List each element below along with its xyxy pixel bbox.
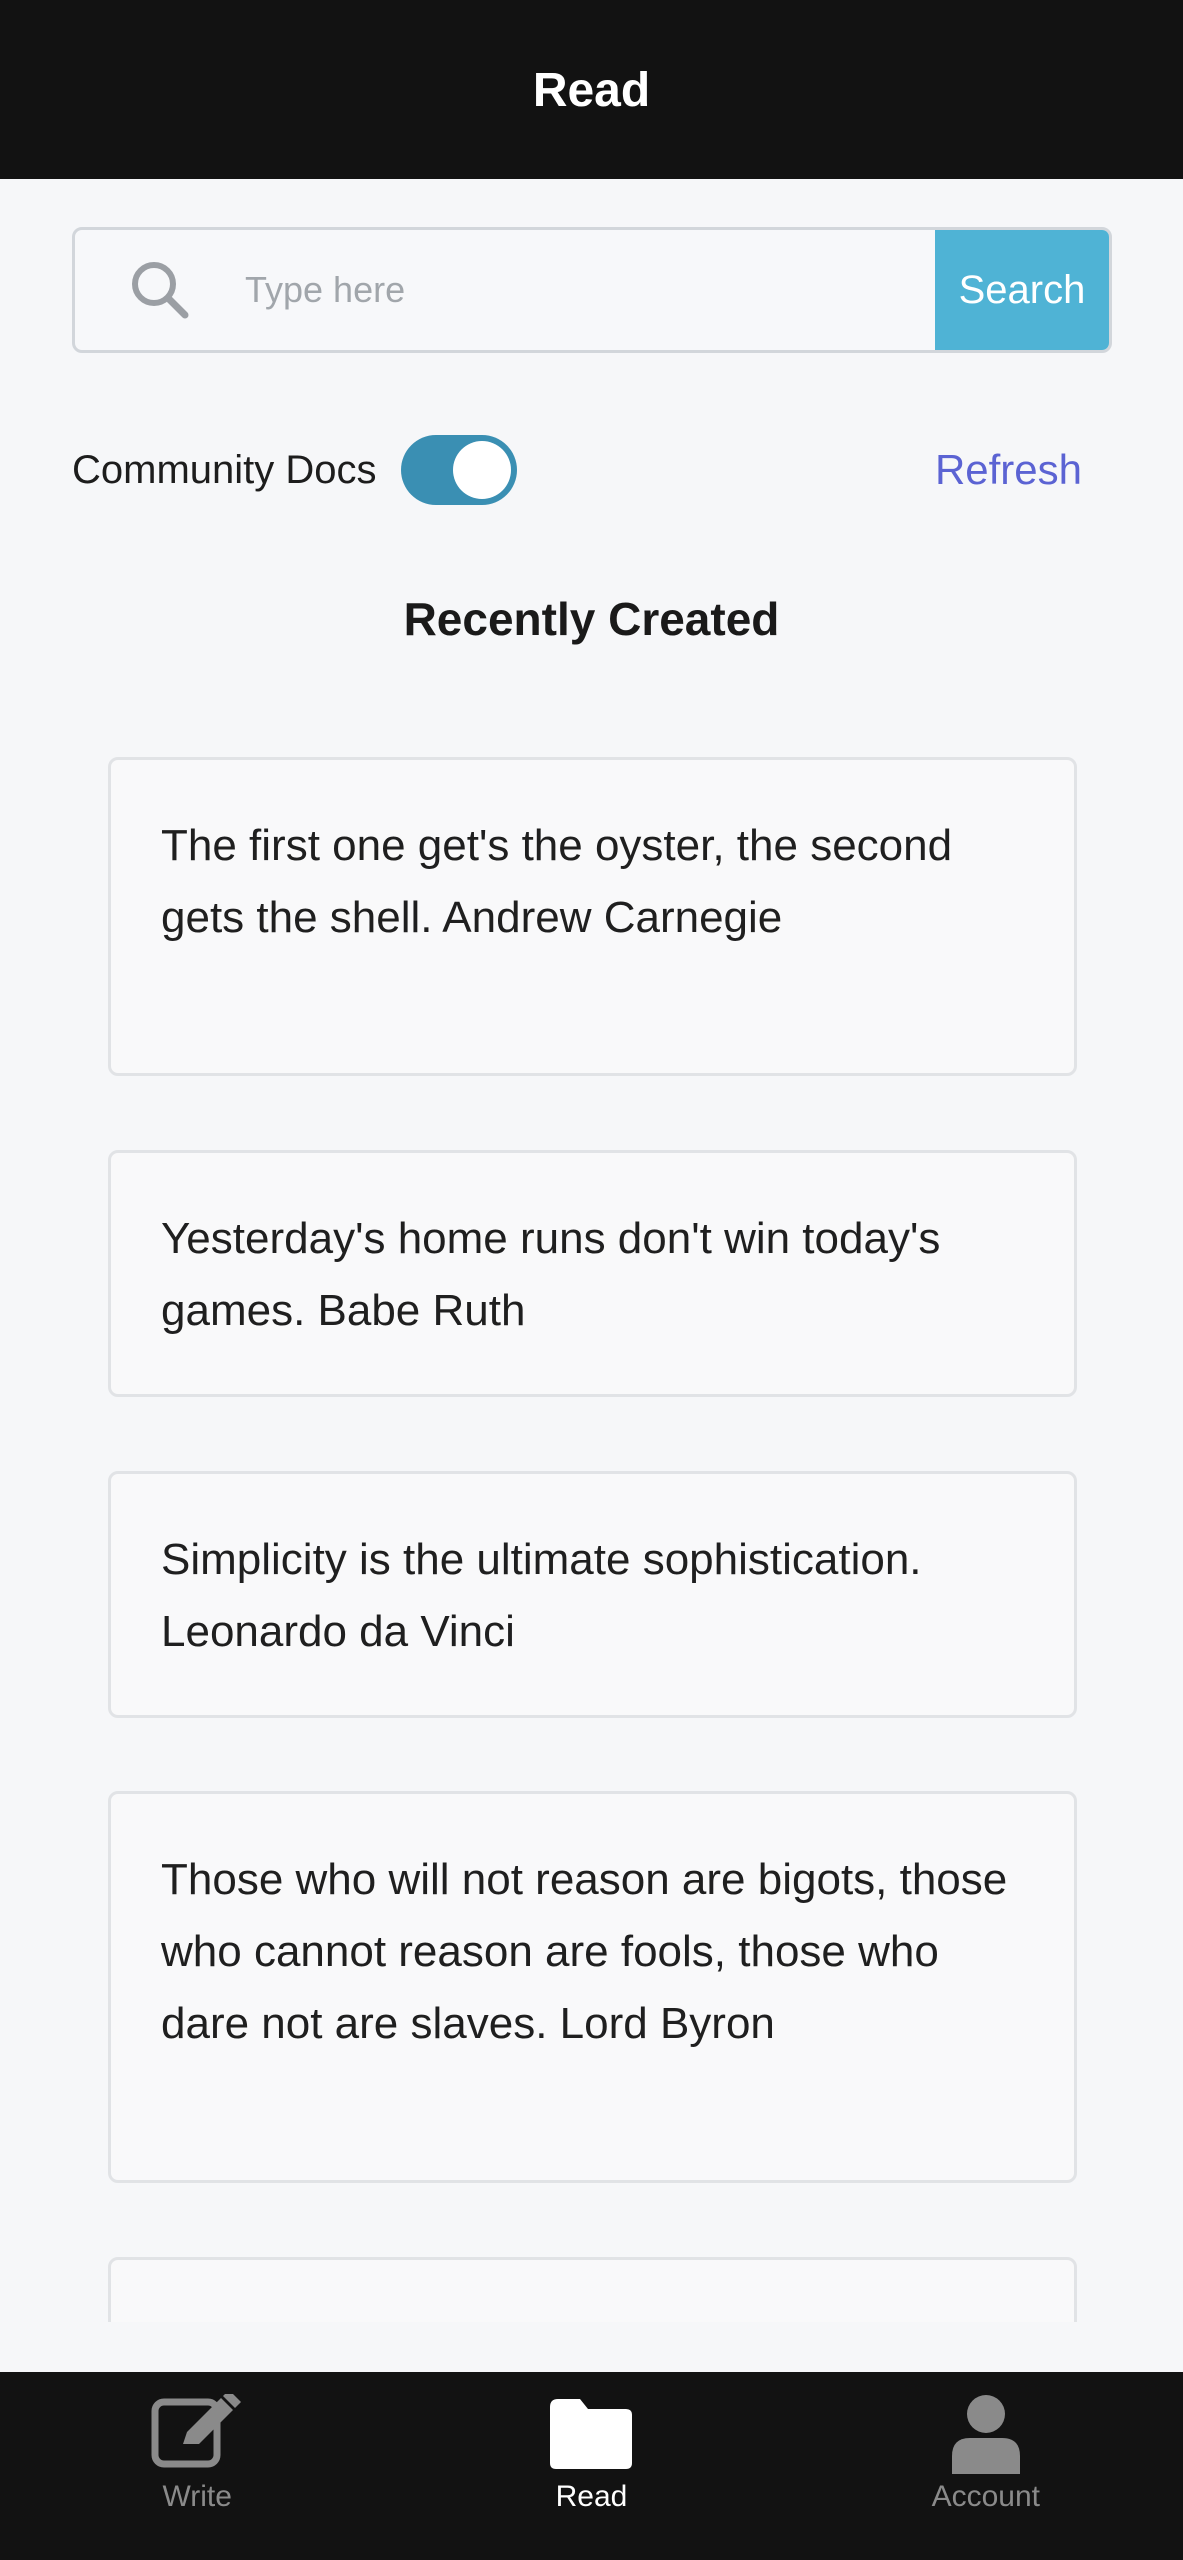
community-docs-toggle[interactable] (400, 435, 517, 505)
toggle-knob (452, 441, 511, 499)
document-list[interactable]: The first one get's the oyster, the seco… (0, 720, 1183, 2322)
controls-row: Community Docs Refresh (72, 430, 1082, 510)
document-card[interactable]: Those who will not reason are bigots, th… (108, 1791, 1077, 2183)
document-text: Yesterday's home runs don't win today's … (161, 1214, 941, 1335)
tab-write[interactable]: Write (0, 2372, 394, 2560)
document-text: Simplicity is the ultimate sophisticatio… (161, 1535, 922, 1656)
refresh-link[interactable]: Refresh (935, 446, 1082, 494)
community-docs-label: Community Docs (72, 447, 377, 492)
header: Read (0, 0, 1183, 179)
tab-account[interactable]: Account (789, 2372, 1183, 2560)
folder-icon (541, 2394, 641, 2474)
section-title: Recently Created (403, 593, 780, 645)
search-bar: Search (72, 227, 1112, 353)
document-card[interactable]: Simplicity is the ultimate sophisticatio… (108, 1471, 1077, 1718)
tab-bar: Write Read Account (0, 2372, 1183, 2560)
search-input[interactable] (245, 230, 935, 350)
tab-label: Write (162, 2480, 232, 2513)
edit-icon (147, 2394, 247, 2474)
document-card[interactable]: The first one get's the oyster, the seco… (108, 757, 1077, 1076)
search-icon (75, 230, 245, 350)
document-text: The first one get's the oyster, the seco… (161, 821, 953, 942)
tab-label: Account (931, 2480, 1041, 2513)
document-text: Those who will not reason are bigots, th… (161, 1855, 1008, 2048)
document-card[interactable] (108, 2257, 1077, 2322)
search-button[interactable]: Search (935, 230, 1109, 350)
page-title: Read (532, 64, 651, 117)
app-screen: Read Search Community Docs Refresh Recen… (0, 0, 1183, 2560)
user-icon (936, 2394, 1036, 2474)
document-card[interactable]: Yesterday's home runs don't win today's … (108, 1150, 1077, 1397)
tab-read[interactable]: Read (394, 2372, 788, 2560)
tab-label: Read (555, 2480, 628, 2513)
